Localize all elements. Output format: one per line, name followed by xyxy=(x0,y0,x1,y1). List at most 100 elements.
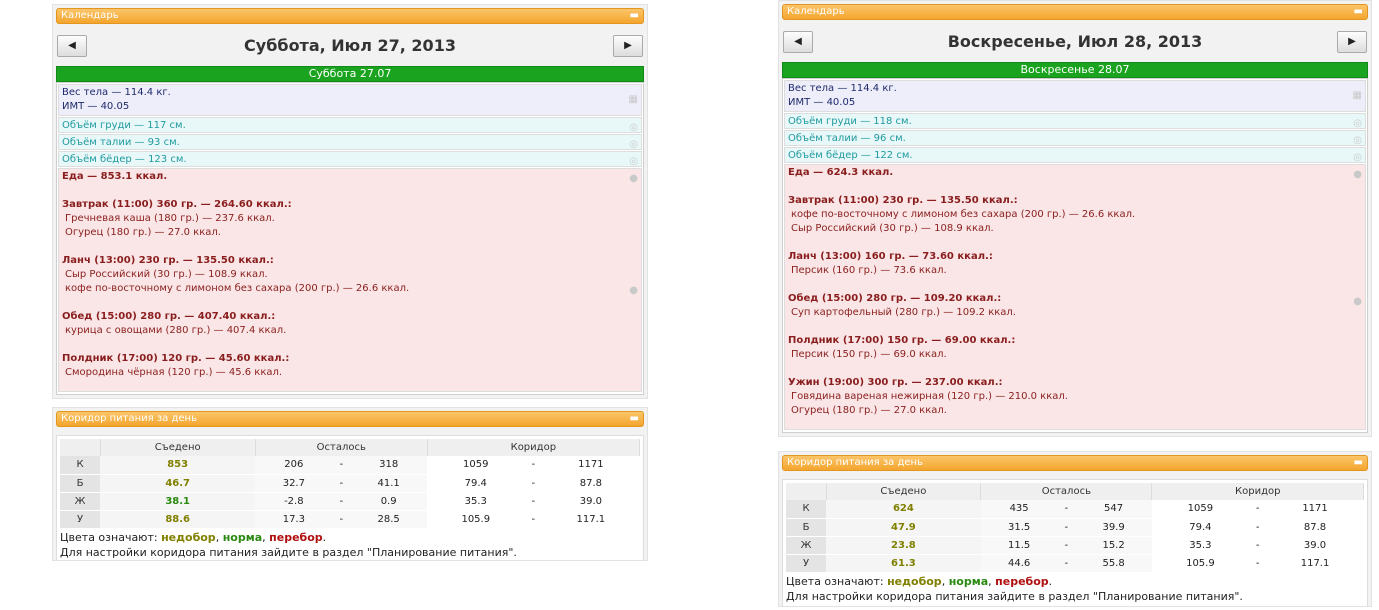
meal-title: Полдник (17:00) 150 гр. — 69.00 ккал.: xyxy=(788,335,1016,346)
calendar-widget: Календарь ▬ ◀ Воскресенье, Июл 28, 2013 … xyxy=(778,0,1372,437)
dash: - xyxy=(1057,518,1076,537)
remaining-min: 44.6 xyxy=(980,554,1058,573)
corridor-note: Для настройки коридора питания зайдите в… xyxy=(60,545,517,559)
corridor-min: 1059 xyxy=(1151,500,1249,519)
next-day-button[interactable]: ▶ xyxy=(1337,31,1367,53)
meal-title: Обед (15:00) 280 гр. — 407.40 ккал.: xyxy=(62,311,276,322)
col-corridor: Коридор xyxy=(427,439,641,456)
apple-icon: ● xyxy=(629,173,638,184)
measure-hips: Объём бёдер — 123 см. xyxy=(62,154,187,165)
remaining-max: 39.9 xyxy=(1075,518,1152,537)
col-corridor: Коридор xyxy=(1151,483,1364,500)
measure-chest: Объём груди — 117 см. xyxy=(62,120,186,131)
food-entry[interactable]: Еда — 624.3 ккал. ● ● Завтрак (11:00) 23… xyxy=(784,164,1366,430)
corridor-table: Съедено Осталось Коридор К 853 206-318 1… xyxy=(60,439,641,529)
weight-entry[interactable]: Вес тела — 114.4 кг. ИМТ — 40.05 ▦ xyxy=(58,84,642,116)
meal-item: Суп картофельный (280 гр.) — 109.2 ккал. xyxy=(791,307,1016,318)
measure-entry-waist[interactable]: Объём талии — 96 см. ◎ xyxy=(784,130,1366,146)
scale-icon: ▦ xyxy=(628,94,638,105)
col-eaten: Съедено xyxy=(100,439,256,456)
dash: - xyxy=(332,456,351,475)
dash: - xyxy=(1248,554,1267,573)
calendar-header-bar[interactable]: Календарь ▬ xyxy=(56,8,644,24)
corridor-min: 1059 xyxy=(427,456,525,475)
remaining-max: 28.5 xyxy=(350,510,428,529)
measure-entry-hips[interactable]: Объём бёдер — 122 см. ◎ xyxy=(784,147,1366,163)
date-nav: ◀ Суббота, Июл 27, 2013 ▶ xyxy=(56,32,644,62)
col-remaining: Осталось xyxy=(980,483,1153,500)
row-label: Б xyxy=(60,474,100,493)
meal-item: кофе по-восточному с лимоном без сахара … xyxy=(65,283,410,294)
measure-entry-chest[interactable]: Объём груди — 118 см. ◎ xyxy=(784,113,1366,129)
corridor-widget: Коридор питания за день ▬ Съедено Остало… xyxy=(778,451,1372,607)
date-nav: ◀ Воскресенье, Июл 28, 2013 ▶ xyxy=(782,28,1368,58)
eaten-value: 23.8 xyxy=(826,536,981,555)
remaining-max: 0.9 xyxy=(350,492,428,511)
collapse-icon[interactable]: ▬ xyxy=(630,412,639,426)
row-label: К xyxy=(60,456,100,475)
color-legend: Цвета означают: недобор, норма, перебор. xyxy=(786,574,1053,588)
calendar-header-bar[interactable]: Календарь ▬ xyxy=(782,4,1368,20)
table-corner xyxy=(60,439,101,456)
corridor-header-bar[interactable]: Коридор питания за день ▬ xyxy=(782,455,1368,471)
measure-entry-chest[interactable]: Объём груди — 117 см. ◎ xyxy=(58,117,642,133)
legend-norm: норма xyxy=(948,574,989,588)
eaten-value: 38.1 xyxy=(100,492,256,511)
corridor-min: 35.3 xyxy=(1151,536,1249,555)
apple-icon: ● xyxy=(1353,169,1362,180)
prev-day-button[interactable]: ◀ xyxy=(57,35,87,57)
food-entry[interactable]: Еда — 853.1 ккал. ● ● Завтрак (11:00) 36… xyxy=(58,168,642,392)
day-header: Воскресенье 28.07 xyxy=(782,62,1368,78)
table-row: К 853 206-318 1059-1171 xyxy=(60,456,640,475)
meal-title: Завтрак (11:00) 230 гр. — 135.50 ккал.: xyxy=(788,195,1018,206)
meal-item: Огурец (180 гр.) — 27.0 ккал. xyxy=(791,405,947,416)
corridor-title: Коридор питания за день xyxy=(61,413,197,424)
collapse-icon[interactable]: ▬ xyxy=(630,9,639,23)
tape-measure-icon: ◎ xyxy=(629,139,638,150)
dash: - xyxy=(1057,554,1076,573)
collapse-icon[interactable]: ▬ xyxy=(1354,456,1363,470)
meal-title: Ланч (13:00) 230 гр. — 135.50 ккал.: xyxy=(62,255,274,266)
dash: - xyxy=(332,510,351,529)
table-row: К 624 435-547 1059-1171 xyxy=(786,500,1364,519)
remaining-min: 31.5 xyxy=(980,518,1058,537)
next-day-button[interactable]: ▶ xyxy=(613,35,643,57)
prev-day-button[interactable]: ◀ xyxy=(783,31,813,53)
dash: - xyxy=(524,492,543,511)
eaten-value: 624 xyxy=(826,500,981,519)
weight-line: Вес тела — 114.4 кг. xyxy=(788,83,897,94)
corridor-max: 39.0 xyxy=(1266,536,1364,555)
corridor-body: Съедено Осталось Коридор К 624 435-547 1… xyxy=(782,479,1368,606)
eaten-value: 61.3 xyxy=(826,554,981,573)
measure-entry-waist[interactable]: Объём талии — 93 см. ◎ xyxy=(58,134,642,150)
corridor-max: 1171 xyxy=(1266,500,1364,519)
weight-line: Вес тела — 114.4 кг. xyxy=(62,87,171,98)
measure-waist: Объём талии — 93 см. xyxy=(62,137,180,148)
measure-waist: Объём талии — 96 см. xyxy=(788,133,906,144)
legend-norm: норма xyxy=(222,530,263,544)
meal-title: Ужин (19:00) 300 гр. — 237.00 ккал.: xyxy=(788,377,1003,388)
table-row: У 61.3 44.6-55.8 105.9-117.1 xyxy=(786,554,1364,573)
corridor-header-bar[interactable]: Коридор питания за день ▬ xyxy=(56,411,644,427)
remaining-min: 435 xyxy=(980,500,1058,519)
corridor-min: 35.3 xyxy=(427,492,525,511)
corridor-min: 105.9 xyxy=(1151,554,1249,573)
meal-title: Обед (15:00) 280 гр. — 109.20 ккал.: xyxy=(788,293,1002,304)
collapse-icon[interactable]: ▬ xyxy=(1354,5,1363,19)
legend-prefix: Цвета означают: xyxy=(60,530,158,544)
day-entries: Вес тела — 114.4 кг. ИМТ — 40.05 ▦ Объём… xyxy=(56,82,644,395)
color-legend: Цвета означают: недобор, норма, перебор. xyxy=(60,530,327,544)
calendar-title: Календарь xyxy=(61,10,119,21)
meal-item: Смородина чёрная (120 гр.) — 45.6 ккал. xyxy=(65,367,283,378)
apple-icon: ● xyxy=(629,285,638,296)
remaining-min: 206 xyxy=(255,456,333,475)
measure-entry-hips[interactable]: Объём бёдер — 123 см. ◎ xyxy=(58,151,642,167)
eaten-value: 88.6 xyxy=(100,510,256,529)
corridor-note: Для настройки коридора питания зайдите в… xyxy=(786,589,1243,603)
corridor-max: 39.0 xyxy=(542,492,640,511)
meal-item: Персик (150 гр.) — 69.0 ккал. xyxy=(791,349,947,360)
corridor-max: 87.8 xyxy=(542,474,640,493)
weight-entry[interactable]: Вес тела — 114.4 кг. ИМТ — 40.05 ▦ xyxy=(784,80,1366,112)
corridor-max: 87.8 xyxy=(1266,518,1364,537)
table-row: У 88.6 17.3-28.5 105.9-117.1 xyxy=(60,510,640,529)
